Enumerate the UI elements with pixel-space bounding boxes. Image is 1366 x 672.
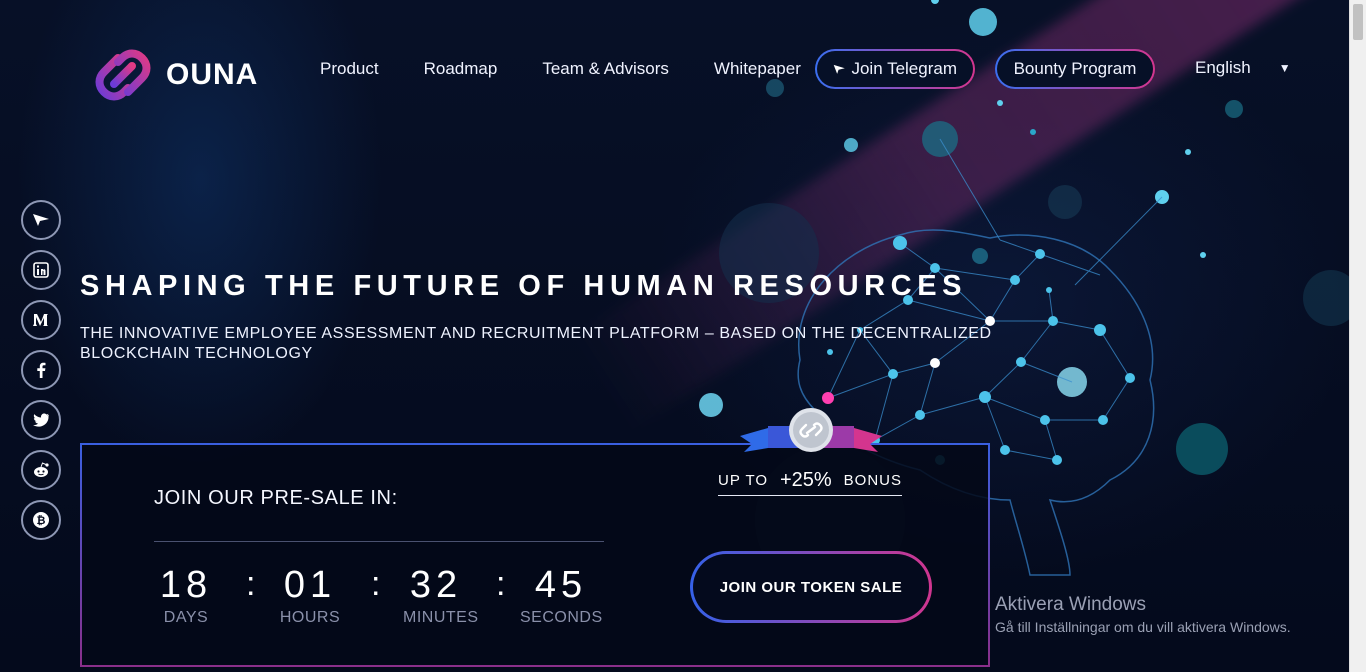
nav-roadmap[interactable]: Roadmap xyxy=(424,59,498,79)
presale-divider xyxy=(154,541,604,542)
language-label: English xyxy=(1195,58,1251,77)
linkedin-icon xyxy=(33,262,49,278)
countdown-days-label: DAYS xyxy=(163,609,209,626)
svg-text:₿: ₿ xyxy=(37,514,46,527)
bitcointalk-icon: ₿ xyxy=(33,512,49,528)
ouna-logo-icon xyxy=(95,49,151,101)
countdown-seconds-label: SECONDS xyxy=(520,609,603,626)
hero-subline: THE INNOVATIVE EMPLOYEE ASSESSMENT AND R… xyxy=(80,325,992,362)
join-telegram-label: Join Telegram xyxy=(851,59,957,78)
countdown-minutes-value: 32 xyxy=(409,564,463,606)
bonus-prefix: UP TO xyxy=(718,472,769,489)
windows-activation-title: Aktivera Windows xyxy=(995,594,1146,615)
scrollbar-thumb[interactable] xyxy=(1353,4,1363,40)
countdown-separator: : xyxy=(371,565,381,603)
countdown-minutes: 32 MINUTES xyxy=(403,563,479,627)
language-selector[interactable]: English ▼ xyxy=(1195,58,1291,78)
presale-title: JOIN OUR PRE-SALE IN: xyxy=(154,487,398,509)
windows-activation-subtitle: Gå till Inställningar om du vill aktiver… xyxy=(995,619,1291,635)
join-token-sale-label: JOIN OUR TOKEN SALE xyxy=(693,554,929,620)
countdown-seconds: 45 SECONDS xyxy=(520,563,602,627)
join-telegram-button[interactable]: Join Telegram xyxy=(815,49,975,89)
bonus-label: UP TO +25% BONUS xyxy=(718,466,902,496)
bonus-suffix: BONUS xyxy=(843,472,902,489)
facebook-icon xyxy=(37,362,46,378)
social-telegram[interactable] xyxy=(21,200,61,240)
telegram-icon xyxy=(833,64,845,74)
hero-headline: SHAPING THE FUTURE OF HUMAN RESOURCES xyxy=(80,270,968,302)
countdown-days-value: 18 xyxy=(159,564,213,606)
join-token-sale-button[interactable]: JOIN OUR TOKEN SALE xyxy=(690,551,932,623)
countdown-seconds-value: 45 xyxy=(534,564,588,606)
page-scrollbar[interactable] xyxy=(1349,0,1366,672)
medium-icon xyxy=(33,314,48,326)
nav-team-advisors[interactable]: Team & Advisors xyxy=(542,59,669,79)
nav-whitepaper[interactable]: Whitepaper xyxy=(714,59,801,79)
countdown-separator: : xyxy=(496,565,506,603)
reddit-icon xyxy=(34,462,49,477)
social-reddit[interactable] xyxy=(21,450,61,490)
social-facebook[interactable] xyxy=(21,350,61,390)
countdown-separator: : xyxy=(246,565,256,603)
bonus-percent: +25% xyxy=(779,469,832,491)
social-medium[interactable] xyxy=(21,300,61,340)
nav-product[interactable]: Product xyxy=(320,59,379,79)
telegram-icon xyxy=(33,214,49,226)
brand-name: OUNA xyxy=(166,58,259,91)
countdown-hours: 01 HOURS xyxy=(278,563,342,627)
brand-logo[interactable]: OUNA xyxy=(94,46,258,104)
countdown-hours-label: HOURS xyxy=(279,609,341,626)
countdown-hours-value: 01 xyxy=(283,564,337,606)
main-nav: Product Roadmap Team & Advisors Whitepap… xyxy=(320,48,846,90)
social-linkedin[interactable] xyxy=(21,250,61,290)
countdown-days: 18 DAYS xyxy=(154,563,218,627)
caret-down-icon: ▼ xyxy=(1278,61,1291,75)
bonus-badge: UP TO +25% BONUS xyxy=(718,404,904,496)
countdown-timer: 18 DAYS : 01 HOURS : 32 MINUTES : 45 SEC… xyxy=(154,563,604,633)
bounty-program-button[interactable]: Bounty Program xyxy=(995,49,1155,89)
social-bitcointalk[interactable]: ₿ xyxy=(21,500,61,540)
ribbon-icon xyxy=(740,408,882,452)
twitter-icon xyxy=(33,413,49,427)
social-links: ₿ xyxy=(21,200,61,540)
social-twitter[interactable] xyxy=(21,400,61,440)
countdown-minutes-label: MINUTES xyxy=(403,609,479,626)
bounty-program-label: Bounty Program xyxy=(1013,59,1137,78)
